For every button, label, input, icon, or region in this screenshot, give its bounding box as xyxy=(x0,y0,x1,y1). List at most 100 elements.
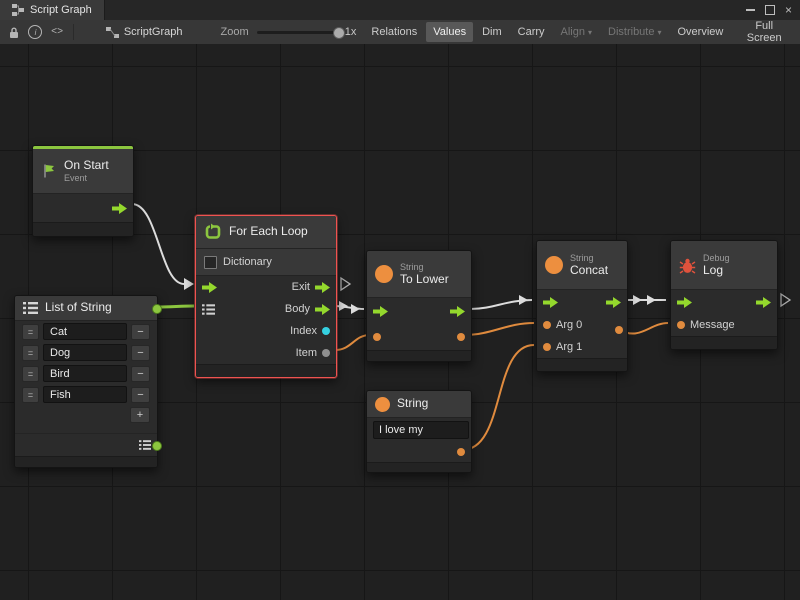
zoom-slider[interactable] xyxy=(257,22,339,42)
drag-handle-icon[interactable]: = xyxy=(22,324,39,340)
node-concat[interactable]: String Concat Arg 0 xyxy=(536,240,628,372)
string-value-input[interactable] xyxy=(373,421,469,439)
node-subtitle: Event xyxy=(64,173,109,184)
collection-input-port[interactable] xyxy=(202,304,215,315)
info-icon: i xyxy=(28,25,42,39)
wire-arrow-icon xyxy=(633,295,642,305)
string-input-port[interactable] xyxy=(373,333,381,341)
exit-port-arrow-icon[interactable] xyxy=(341,278,350,290)
drag-handle-icon[interactable]: = xyxy=(22,366,39,382)
distribute-button[interactable]: Distribute ▾ xyxy=(601,22,668,42)
node-to-lower[interactable]: String To Lower xyxy=(366,250,472,362)
list-output-port[interactable] xyxy=(152,304,162,314)
flow-output-port[interactable] xyxy=(450,306,465,317)
flow-output-port[interactable] xyxy=(756,297,771,308)
wire-arrow-icon xyxy=(519,295,528,305)
node-header: For Each Loop xyxy=(196,216,336,249)
flow-input-port[interactable] xyxy=(202,282,217,293)
node-title: For Each Loop xyxy=(229,225,308,239)
port-label-exit: Exit xyxy=(292,281,310,293)
info-button[interactable]: i xyxy=(26,22,46,42)
body-output-port[interactable] xyxy=(315,304,330,315)
graph-canvas[interactable]: On Start Event xyxy=(0,44,800,600)
dim-button[interactable]: Dim xyxy=(475,22,509,42)
graph-toolbar: i <> ScriptGraph Zoom 1x Relations Value… xyxy=(0,20,800,45)
distribute-label: Distribute xyxy=(608,26,654,38)
wire-list-to-foreach[interactable] xyxy=(157,306,194,307)
arg1-input-port[interactable] xyxy=(543,343,551,351)
string-output-port[interactable] xyxy=(457,333,465,341)
node-subtitle: String xyxy=(400,262,449,273)
zoom-slider-track[interactable] xyxy=(257,31,339,34)
exit-output-port[interactable] xyxy=(315,282,330,293)
node-header: String To Lower xyxy=(367,251,471,298)
arg0-input-port[interactable] xyxy=(543,321,551,329)
node-subtitle: Debug xyxy=(703,253,730,264)
overview-button[interactable]: Overview xyxy=(671,22,731,42)
node-string-literal[interactable]: String xyxy=(366,390,472,473)
wire-item-to-tolower[interactable] xyxy=(335,335,370,350)
remove-item-button[interactable]: − xyxy=(131,387,150,403)
wire-onstart-to-foreach[interactable] xyxy=(132,204,184,284)
maximize-icon[interactable] xyxy=(765,5,775,15)
close-icon[interactable]: × xyxy=(785,4,792,16)
relations-button[interactable]: Relations xyxy=(364,22,424,42)
message-input-port[interactable] xyxy=(677,321,685,329)
zoom-slider-knob[interactable] xyxy=(333,27,345,39)
flow-input-port[interactable] xyxy=(543,297,558,308)
zoom-value: 1x xyxy=(345,26,357,38)
port-label-body: Body xyxy=(285,303,310,315)
node-for-each-loop[interactable]: For Each Loop Dictionary Exit xyxy=(195,215,337,378)
remove-item-button[interactable]: − xyxy=(131,345,150,361)
wire-string-to-arg1[interactable] xyxy=(462,345,534,450)
add-item-button[interactable]: + xyxy=(130,407,150,423)
wire-arrow-icon xyxy=(184,278,194,290)
dictionary-checkbox[interactable] xyxy=(204,256,217,269)
wire-tolower-to-arg0[interactable] xyxy=(464,323,534,335)
align-label: Align xyxy=(561,26,585,38)
node-title: Log xyxy=(703,264,730,278)
tab-script-graph[interactable]: Script Graph xyxy=(0,0,105,20)
flow-input-port[interactable] xyxy=(677,297,692,308)
list-output-icon[interactable] xyxy=(139,440,151,450)
wire-arrow-icon xyxy=(339,301,348,311)
flow-output-port[interactable] xyxy=(112,203,127,214)
string-output-port[interactable] xyxy=(457,448,465,456)
list-output-port[interactable] xyxy=(152,441,162,451)
lock-icon xyxy=(8,26,20,39)
minimize-icon[interactable] xyxy=(746,9,755,11)
index-output-port[interactable] xyxy=(322,327,330,335)
node-title: String xyxy=(397,397,428,411)
script-graph-icon xyxy=(106,27,119,38)
list-item-value[interactable]: Dog xyxy=(43,344,127,361)
lock-button[interactable] xyxy=(4,22,24,42)
remove-item-button[interactable]: − xyxy=(131,366,150,382)
list-item-value[interactable]: Cat xyxy=(43,323,127,340)
drag-handle-icon[interactable]: = xyxy=(22,345,39,361)
values-button[interactable]: Values xyxy=(426,22,473,42)
wire-arrow-icon xyxy=(351,304,360,314)
drag-handle-icon[interactable]: = xyxy=(22,387,39,403)
node-on-start[interactable]: On Start Event xyxy=(32,145,134,237)
log-out-port-arrow-icon[interactable] xyxy=(781,294,790,306)
align-button[interactable]: Align ▾ xyxy=(554,22,599,42)
node-header: Debug Log xyxy=(671,241,777,290)
fullscreen-button[interactable]: Full Screen xyxy=(732,22,796,42)
code-button[interactable]: <> xyxy=(47,22,67,42)
remove-item-button[interactable]: − xyxy=(131,324,150,340)
flow-input-port[interactable] xyxy=(373,306,388,317)
item-output-port[interactable] xyxy=(322,349,330,357)
carry-button[interactable]: Carry xyxy=(511,22,552,42)
node-debug-log[interactable]: Debug Log Message xyxy=(670,240,778,350)
node-list-of-string[interactable]: List of String = Cat − = Dog − = Bird − xyxy=(14,295,158,468)
flow-output-port[interactable] xyxy=(606,297,621,308)
string-type-icon xyxy=(375,265,393,283)
node-header: String Concat xyxy=(537,241,627,290)
string-output-port[interactable] xyxy=(615,326,623,334)
list-item-value[interactable]: Fish xyxy=(43,386,127,403)
titlebar: Script Graph × xyxy=(0,0,800,21)
list-item-value[interactable]: Bird xyxy=(43,365,127,382)
node-title: Concat xyxy=(570,264,608,278)
graph-name-label: ScriptGraph xyxy=(124,26,183,38)
node-header: On Start Event xyxy=(33,146,133,194)
